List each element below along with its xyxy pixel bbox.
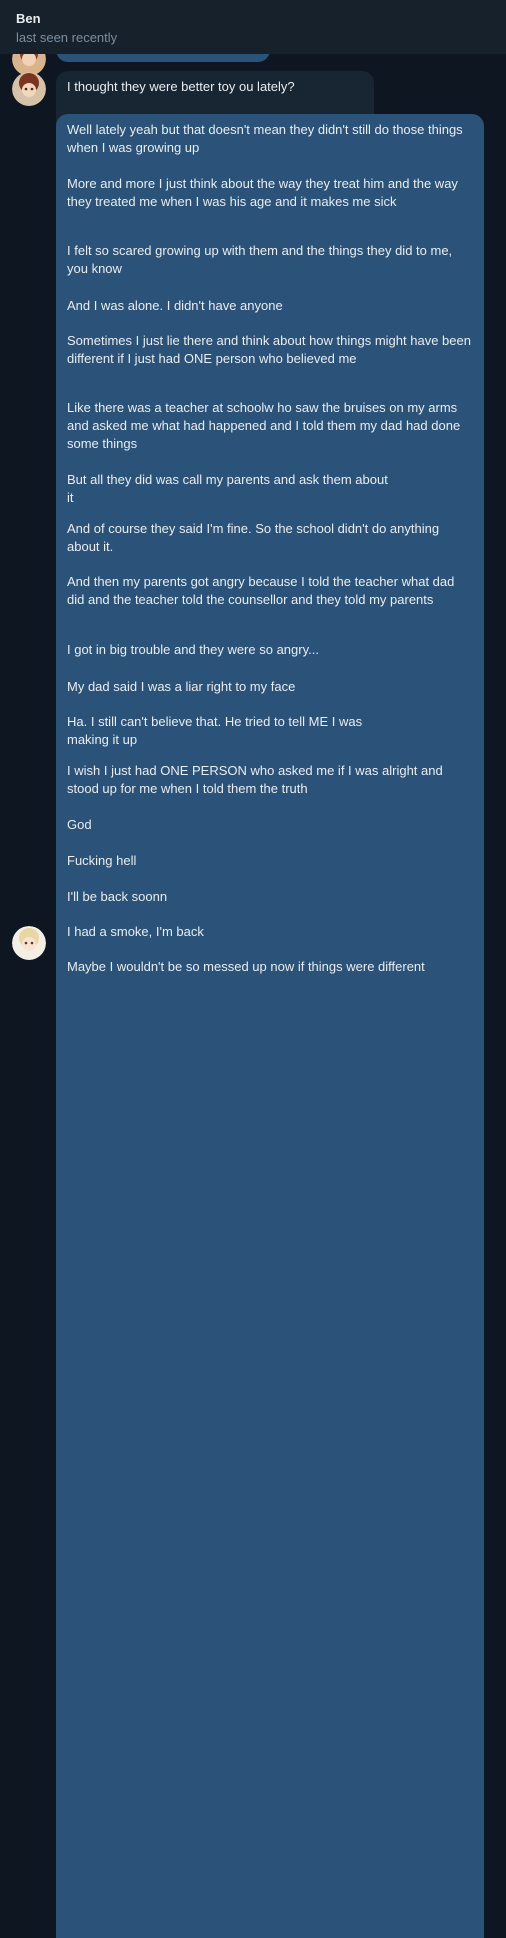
message-text: And I was alone. I didn't have anyone: [67, 298, 283, 313]
message-text: I had a smoke, I'm back: [67, 924, 204, 939]
contact-name[interactable]: Ben: [16, 11, 41, 26]
message-text: I'll be back soonn: [67, 889, 168, 904]
message-text: I felt so scared growing up with them an…: [67, 243, 453, 276]
chat-header[interactable]: Ben last seen recently: [0, 0, 506, 54]
message-text: God: [67, 817, 92, 832]
message-text: Maybe I wouldn't be so messed up now if …: [67, 959, 425, 974]
outgoing-message[interactable]: Maybe I wouldn't be so messed up now if …: [56, 951, 484, 1938]
message-text: I wish I just had ONE PERSON who asked m…: [67, 763, 443, 796]
message-text: I got in big trouble and they were so an…: [67, 642, 319, 657]
message-text: And of course they said I'm fine. So the…: [67, 521, 440, 554]
message-text: My dad said I was a liar right to my fac…: [67, 679, 296, 694]
message-text: More and more I just think about the way…: [67, 176, 458, 209]
message-text: Fucking hell: [67, 853, 137, 868]
avatar[interactable]: [12, 926, 46, 960]
message-text: And then my parents got angry because I …: [67, 574, 455, 607]
message-text: Well lately yeah but that doesn't mean t…: [67, 122, 463, 155]
contact-status: last seen recently: [16, 30, 118, 45]
message-text: I thought they were better toy ou lately…: [67, 79, 295, 94]
message-text: Like there was a teacher at schoolw ho s…: [67, 400, 461, 451]
message-text: Ha. I still can't believe that. He tried…: [67, 714, 363, 747]
message-text: Sometimes I just lie there and think abo…: [67, 333, 471, 366]
avatar[interactable]: [12, 72, 46, 106]
message-text: But all they did was call my parents and…: [67, 472, 388, 505]
